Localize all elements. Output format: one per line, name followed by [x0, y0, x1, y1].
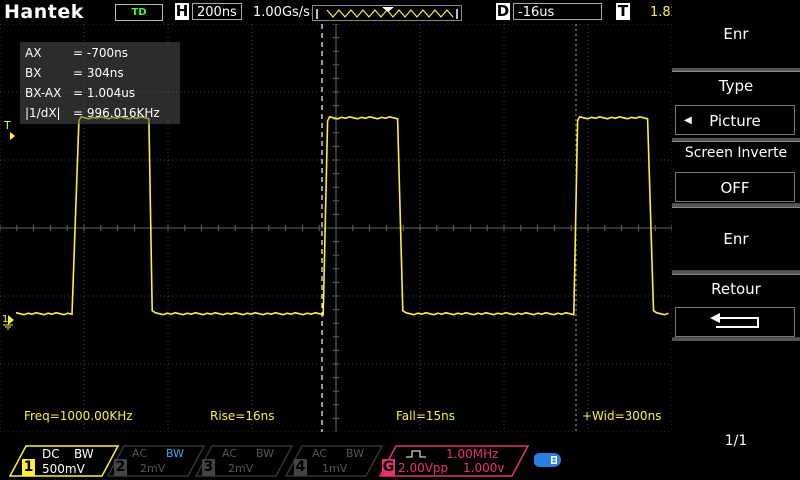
memory-waveform-icon: [316, 7, 458, 19]
cursor-value: = 996.016KHz: [73, 106, 160, 120]
cursor-name: |1/dX|: [25, 106, 61, 120]
save-menu-button[interactable]: Enr: [672, 207, 800, 271]
measurement-width: +Wid=300ns: [582, 409, 662, 423]
back-label: Retour: [711, 280, 761, 298]
run-state-badge[interactable]: TD: [115, 4, 163, 21]
horizontal-tag: H: [175, 2, 189, 20]
back-menu-button[interactable]: Retour: [672, 274, 800, 338]
channel3-bw: BW: [256, 447, 275, 460]
channel1-bw: BW: [74, 447, 94, 461]
square-wave-icon: [406, 450, 426, 458]
measurement-fall: Fall=15ns: [396, 409, 456, 423]
measurement-frequency: Freq=1000.00KHz: [24, 409, 133, 423]
channel3-number[interactable]: 3: [202, 459, 215, 476]
channel4-number[interactable]: 4: [294, 459, 307, 476]
cursor-row: BX-AX = 1.004us: [25, 83, 135, 103]
cursor-name: BX: [25, 66, 42, 80]
generator-offset: 1.000v: [463, 461, 505, 475]
channel1-scale: 500mV: [42, 462, 85, 476]
cursor-readout-panel: AX = -700ns BX = 304ns BX-AX = 1.004us |1/d…: [20, 42, 180, 124]
menu-page-indicator: 1/1: [724, 433, 748, 449]
type-value-text: Picture: [709, 112, 761, 130]
menu-divider: [672, 338, 800, 341]
usb-icon: [534, 453, 561, 467]
cursor-row: AX = -700ns: [25, 43, 128, 63]
cursor-value: = -700ns: [73, 46, 128, 60]
cursor-value: = 1.004us: [73, 86, 136, 100]
generator-frequency: 1.00MHz: [446, 447, 499, 461]
channel3-scale: 2mV: [228, 462, 254, 475]
channel3-coupling: AC: [222, 447, 238, 460]
brand-logo: Hantek: [4, 1, 84, 23]
channel2-coupling: AC: [132, 447, 148, 460]
generator-amplitude: 2.00Vpp: [398, 461, 449, 475]
trigger-tag: T: [616, 2, 630, 20]
back-arrow-box[interactable]: [675, 307, 795, 337]
ch1-ground-marker[interactable]: 1: [2, 314, 8, 325]
delay-value[interactable]: -16us: [513, 3, 602, 20]
channel1-number[interactable]: 1: [22, 459, 35, 476]
timebase-value[interactable]: 200ns: [192, 3, 242, 20]
delay-tag: D: [496, 2, 510, 20]
channel4-scale: 1mV: [322, 462, 348, 475]
top-status-bar: Hantek TD H 200ns 1.00Gs/s D -16us T 1.8…: [0, 0, 679, 24]
cursor-row: BX = 304ns: [25, 63, 124, 83]
screen-invert-label: Screen Inverte: [684, 145, 788, 161]
cursor-name: AX: [25, 46, 42, 60]
save-label: Enr: [723, 230, 749, 248]
type-label: Type: [718, 77, 754, 95]
measurement-rise: Rise=16ns: [210, 409, 275, 423]
caret-left-icon: ◀: [684, 115, 692, 126]
generator-tag[interactable]: G: [382, 459, 395, 476]
cursor-value: = 304ns: [73, 66, 124, 80]
return-arrow-icon: [710, 313, 759, 328]
trigger-position-bar[interactable]: [312, 5, 462, 21]
trigger-level-marker[interactable]: T: [3, 119, 11, 132]
menu-title: Enr: [723, 25, 749, 43]
channel1-coupling: DC: [42, 447, 60, 461]
screen-invert-menu-button[interactable]: Screen Inverte OFF: [672, 141, 800, 204]
cursor-name: BX-AX: [25, 86, 62, 100]
channel2-scale: 2mV: [140, 462, 166, 475]
type-menu-button[interactable]: Type ◀ Picture: [672, 71, 800, 141]
side-menu: Enr Type ◀ Picture Screen Inverte OFF En…: [672, 0, 800, 480]
channel4-bw: BW: [346, 447, 365, 460]
cursor-row: |1/dX| = 996.016KHz: [25, 103, 160, 123]
sample-rate: 1.00Gs/s: [253, 5, 310, 20]
channel4-coupling: AC: [312, 447, 328, 460]
screen-invert-value[interactable]: OFF: [675, 172, 795, 202]
type-value[interactable]: ◀ Picture: [675, 105, 795, 135]
channel2-bw: BW: [166, 447, 185, 460]
channel2-number[interactable]: 2: [114, 459, 127, 476]
